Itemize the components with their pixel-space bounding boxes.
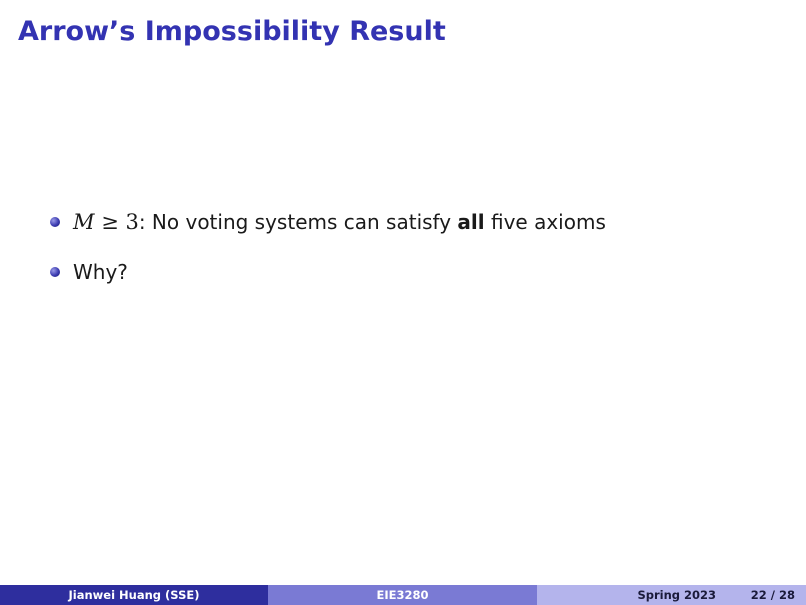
emphasis-text: all bbox=[457, 210, 485, 234]
bullet-dot-icon bbox=[50, 267, 60, 277]
bullet-text: : No voting systems can satisfy bbox=[138, 210, 458, 234]
footer-info: Spring 2023 22 / 28 bbox=[537, 585, 806, 605]
bullet-dot-icon bbox=[50, 217, 60, 227]
bullet-text: Why? bbox=[73, 260, 128, 284]
math-variable: M bbox=[73, 210, 95, 234]
bullet-list: M ≥ 3: No voting systems can satisfy all… bbox=[49, 205, 606, 305]
math-relation: ≥ 3 bbox=[94, 210, 139, 234]
bullet-item-axioms: M ≥ 3: No voting systems can satisfy all… bbox=[49, 205, 606, 239]
footer-course: EIE3280 bbox=[268, 585, 537, 605]
footer-author: Jianwei Huang (SSE) bbox=[0, 585, 268, 605]
bullet-text-tail: five axioms bbox=[484, 210, 606, 234]
bullet-item-why: Why? bbox=[49, 255, 606, 289]
page-number: 22 / 28 bbox=[750, 588, 795, 602]
slide-title: Arrow’s Impossibility Result bbox=[18, 16, 446, 47]
math-expression: M ≥ 3 bbox=[73, 210, 139, 234]
footer-date: Spring 2023 bbox=[637, 588, 716, 602]
footer-bar: Jianwei Huang (SSE) EIE3280 Spring 2023 … bbox=[0, 585, 806, 605]
